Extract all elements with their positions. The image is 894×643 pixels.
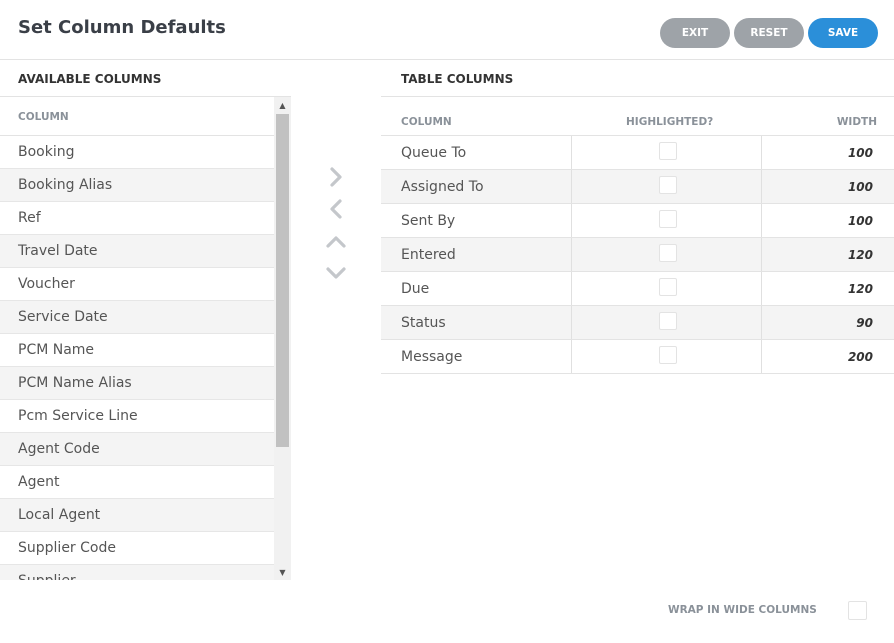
highlighted-checkbox[interactable] <box>659 244 677 262</box>
table-row[interactable]: Entered 120 <box>381 238 894 272</box>
reset-button[interactable]: RESET <box>734 18 804 48</box>
page-title: Set Column Defaults <box>18 17 226 38</box>
save-button[interactable]: SAVE <box>808 18 878 48</box>
available-column-header: COLUMN <box>0 97 274 136</box>
column-name: Due <box>401 281 430 297</box>
list-item[interactable]: Pcm Service Line <box>0 400 274 433</box>
chevron-right-icon[interactable] <box>325 166 347 188</box>
highlighted-cell <box>571 238 762 271</box>
table-columns-grid: COLUMN HIGHLIGHTED? WIDTH Queue To 100 Ass… <box>381 108 894 374</box>
highlighted-cell <box>571 272 762 305</box>
scrollbar-thumb[interactable] <box>276 114 289 447</box>
width-value[interactable]: 120 <box>848 282 873 296</box>
header-divider <box>0 59 894 60</box>
column-name: Status <box>401 315 446 331</box>
chevron-up-icon[interactable] <box>325 231 347 253</box>
column-name: Message <box>401 349 463 365</box>
column-name: Queue To <box>401 145 467 161</box>
column-name: Entered <box>401 247 456 263</box>
list-item[interactable]: Service Date <box>0 301 274 334</box>
table-divider <box>381 96 894 97</box>
available-items: Booking Booking Alias Ref Travel Date Vouche… <box>0 136 274 580</box>
list-item[interactable]: Ref <box>0 202 274 235</box>
width-value[interactable]: 100 <box>848 180 873 194</box>
column-name: Assigned To <box>401 179 484 195</box>
table-row[interactable]: Message 200 <box>381 340 894 374</box>
scroll-down-icon[interactable]: ▼ <box>274 565 291 579</box>
column-header: COLUMN <box>401 116 452 128</box>
highlighted-checkbox[interactable] <box>659 176 677 194</box>
table-row[interactable]: Queue To 100 <box>381 136 894 170</box>
table-header-row: COLUMN HIGHLIGHTED? WIDTH <box>381 108 894 136</box>
highlighted-cell <box>571 204 762 237</box>
table-columns-title: TABLE COLUMNS <box>401 72 514 86</box>
scrollbar[interactable]: ▲ ▼ <box>274 97 291 580</box>
wrap-wide-columns-label: WRAP IN WIDE COLUMNS <box>668 604 817 616</box>
table-row[interactable]: Due 120 <box>381 272 894 306</box>
exit-button[interactable]: EXIT <box>660 18 730 48</box>
highlighted-cell <box>571 136 762 169</box>
width-header: WIDTH <box>836 116 877 128</box>
highlighted-checkbox[interactable] <box>659 312 677 330</box>
list-item[interactable]: Voucher <box>0 268 274 301</box>
width-value[interactable]: 100 <box>848 146 873 160</box>
list-item[interactable]: Booking <box>0 136 274 169</box>
chevron-left-icon[interactable] <box>325 198 347 220</box>
list-item[interactable]: Travel Date <box>0 235 274 268</box>
highlighted-checkbox[interactable] <box>659 210 677 228</box>
highlighted-header: HIGHLIGHTED? <box>626 116 714 128</box>
highlighted-checkbox[interactable] <box>659 278 677 296</box>
width-value[interactable]: 120 <box>848 248 873 262</box>
highlighted-checkbox[interactable] <box>659 142 677 160</box>
highlighted-cell <box>571 170 762 203</box>
wrap-wide-columns-checkbox[interactable] <box>848 601 867 620</box>
highlighted-checkbox[interactable] <box>659 346 677 364</box>
list-item[interactable]: Booking Alias <box>0 169 274 202</box>
list-item[interactable]: Supplier Code <box>0 532 274 565</box>
chevron-down-icon[interactable] <box>325 262 347 284</box>
list-item[interactable]: Agent Code <box>0 433 274 466</box>
list-item[interactable]: Agent <box>0 466 274 499</box>
highlighted-cell <box>571 340 762 373</box>
list-item[interactable]: Supplier <box>0 565 274 580</box>
list-item[interactable]: PCM Name <box>0 334 274 367</box>
scroll-up-icon[interactable]: ▲ <box>274 98 291 112</box>
table-row[interactable]: Status 90 <box>381 306 894 340</box>
available-columns-list: COLUMN Booking Booking Alias Ref Travel Dat… <box>0 96 291 580</box>
width-value[interactable]: 100 <box>848 214 873 228</box>
highlighted-cell <box>571 306 762 339</box>
table-row[interactable]: Assigned To 100 <box>381 170 894 204</box>
list-item[interactable]: PCM Name Alias <box>0 367 274 400</box>
table-row[interactable]: Sent By 100 <box>381 204 894 238</box>
available-columns-title: AVAILABLE COLUMNS <box>18 72 162 86</box>
table-body: Queue To 100 Assigned To 100 Sent By 100 Enter… <box>381 136 894 374</box>
width-value[interactable]: 200 <box>848 350 873 364</box>
column-name: Sent By <box>401 213 456 229</box>
list-item[interactable]: Local Agent <box>0 499 274 532</box>
width-value[interactable]: 90 <box>856 316 873 330</box>
